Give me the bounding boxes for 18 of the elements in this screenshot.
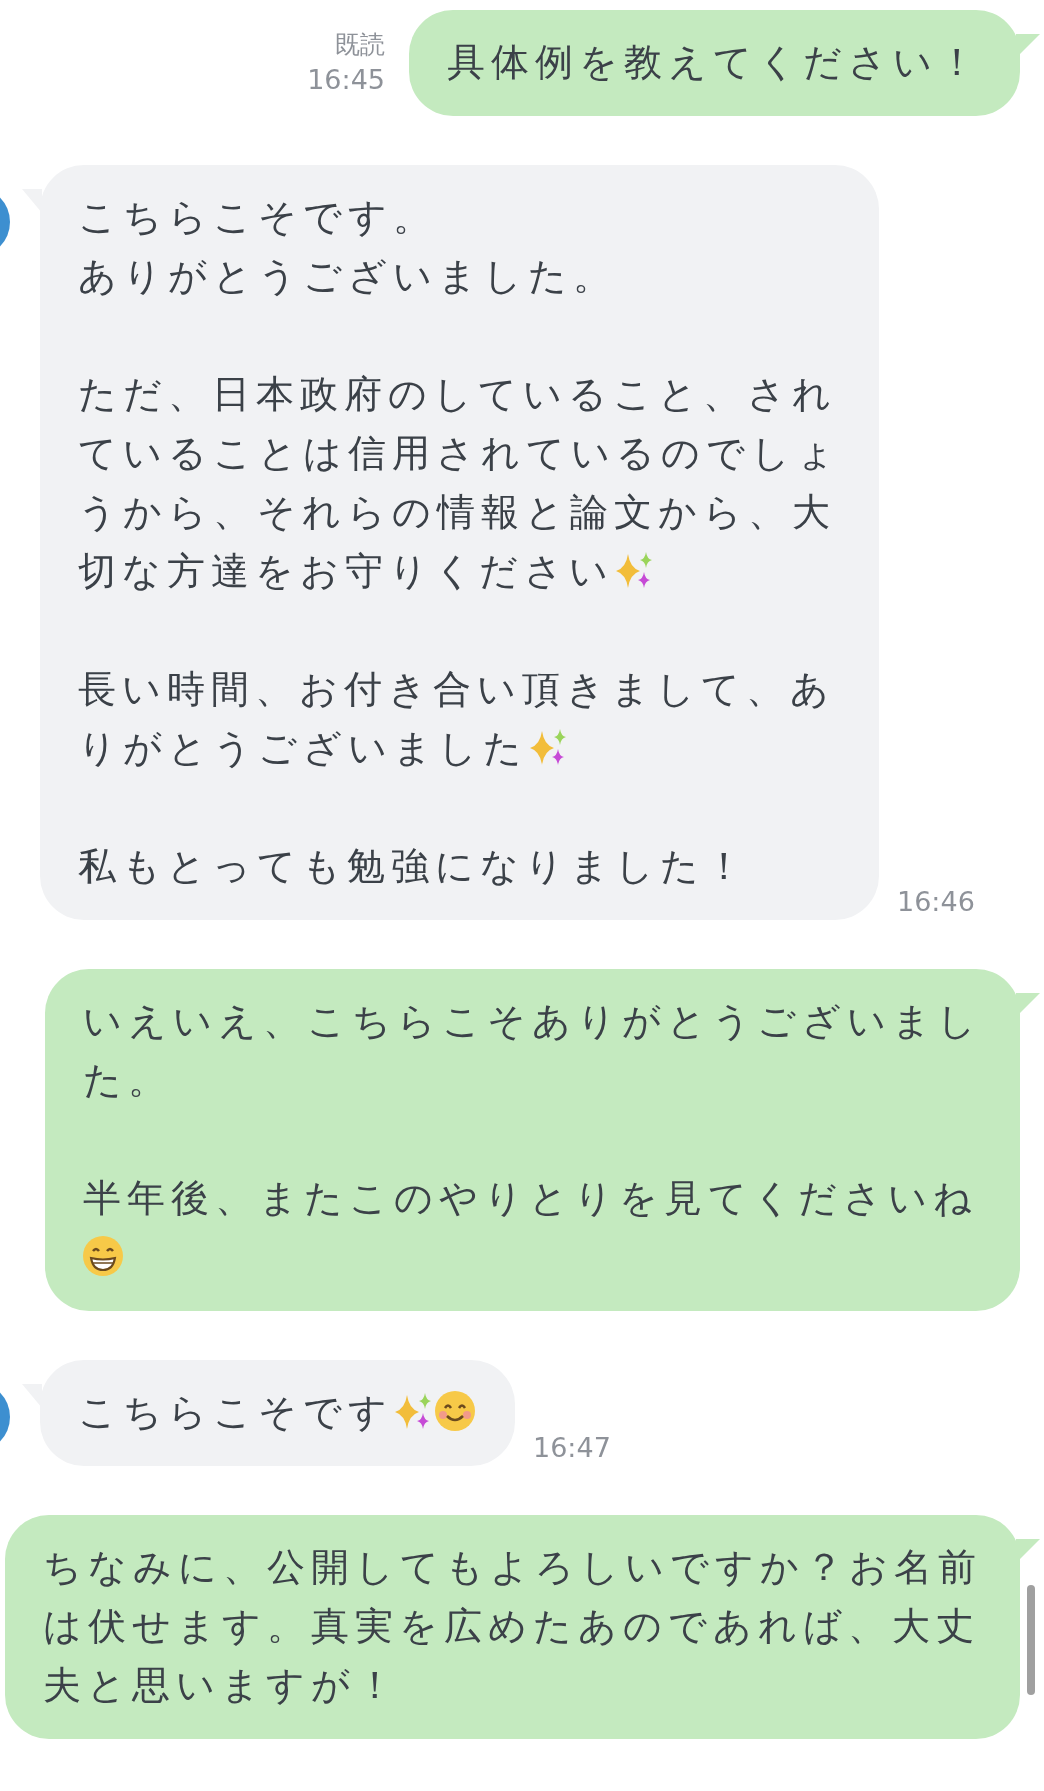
- timestamp: 16:45: [307, 63, 385, 97]
- message-text: ただ、日本政府のしていること、され ていることは信用されているのでしょ うから、それらの情報と論文から、大: [78, 371, 841, 536]
- message-text: いえいえ、こちらこそありがとうございまし た。: [83, 999, 982, 1102]
- message-text: 私もとっても勉強になりました！: [78, 844, 749, 888]
- message-text: 具体例を教えてください！: [447, 40, 982, 84]
- read-receipt: 既読: [335, 29, 385, 61]
- grinning-face-icon: [81, 1234, 125, 1278]
- message-text: りがとうございました: [78, 726, 528, 770]
- smiling-face-icon: [433, 1389, 477, 1433]
- timestamp: 16:46: [897, 885, 975, 919]
- message-text: こちらこそです: [78, 1390, 393, 1434]
- message-text: こちらこそです。 ありがとうございました。: [78, 195, 617, 298]
- message-text: 長い時間、お付き合い頂きまして、あ: [78, 666, 836, 713]
- timestamp: 16:47: [533, 1431, 611, 1465]
- message-text: 切な方達をお守りください: [78, 549, 614, 593]
- message-text: ちなみに、公開してもよろしいですか？お名前 は伏せます。真実を広めたあのであれば、大丈 夫と思いますが！: [43, 1545, 982, 1707]
- message-text: 半年後、またこのやりとりを見てくださいね: [83, 1176, 978, 1220]
- scrollbar[interactable]: [1027, 1585, 1035, 1695]
